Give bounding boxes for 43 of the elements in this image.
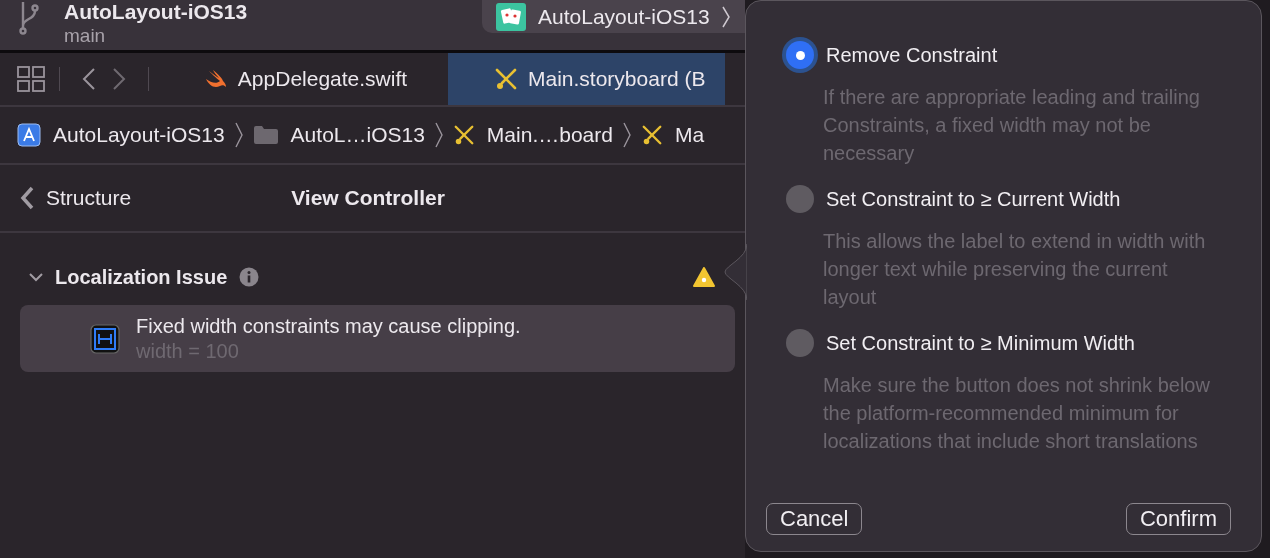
chevron-right-icon <box>234 122 243 148</box>
pencil-brush-icon <box>640 124 663 146</box>
breadcrumb-item[interactable]: AutoL…iOS13 <box>252 123 425 147</box>
radio-button[interactable] <box>786 185 814 213</box>
option-description: This allows the label to extend in width with longer text while preserving the current layout <box>823 229 1207 310</box>
pencil-brush-icon <box>494 67 518 91</box>
pencil-brush-icon <box>452 124 475 146</box>
navigator-title: View Controller <box>291 186 445 210</box>
confirm-button[interactable]: Confirm <box>1126 503 1231 535</box>
editor-tab[interactable]: AppDelegate.swift <box>163 53 448 105</box>
warning-icon <box>693 267 715 287</box>
issue-group-title: Localization Issue <box>55 265 228 289</box>
radio-button[interactable] <box>786 329 814 357</box>
breadcrumb-item[interactable]: Ma <box>640 123 705 147</box>
width-constraint-icon <box>90 323 120 354</box>
back-button[interactable]: Structure <box>20 186 132 210</box>
branch-name: main <box>64 24 107 48</box>
cancel-button[interactable]: Cancel <box>766 503 863 535</box>
breadcrumb-item[interactable]: AutoLayout-iOS13 <box>17 123 225 147</box>
breadcrumb-item[interactable]: Main.…board <box>452 123 613 147</box>
swift-bird-icon <box>203 69 228 89</box>
folder-icon <box>252 125 279 145</box>
info-icon[interactable] <box>239 267 260 287</box>
grid-icon[interactable] <box>17 66 45 92</box>
chevron-right-icon <box>622 122 631 148</box>
editor-tab[interactable]: Main.storyboard (B <box>448 53 726 105</box>
chevron-right-icon <box>434 122 443 148</box>
branch-icon <box>18 2 40 36</box>
issue-message: Fixed width constraints may cause clipping. <box>136 314 521 338</box>
scheme-name: AutoLayout-iOS13 <box>538 4 710 29</box>
scheme-selector[interactable]: AutoLayout-iOS13 <box>482 0 745 33</box>
option-description: If there are appropriate leading and trailing Constraints, a fixed width may not be necessary <box>823 85 1201 166</box>
radio-button[interactable] <box>786 41 814 69</box>
chevron-left-icon <box>20 186 34 210</box>
project-icon <box>17 123 41 147</box>
chevron-right-icon <box>721 5 730 28</box>
project-title: AutoLayout-iOS13 <box>64 0 248 24</box>
cards-icon <box>496 2 526 31</box>
option-description: Make sure the button does not shrink below the platform-recommended minimum for localizations that include short translations <box>823 373 1211 454</box>
option-label[interactable]: Remove Constraint <box>826 43 998 67</box>
option-label[interactable]: Set Constraint to ≥ Current Width <box>826 187 1121 211</box>
disclosure-chevron-icon[interactable] <box>29 272 43 282</box>
option-label[interactable]: Set Constraint to ≥ Minimum Width <box>826 331 1135 355</box>
